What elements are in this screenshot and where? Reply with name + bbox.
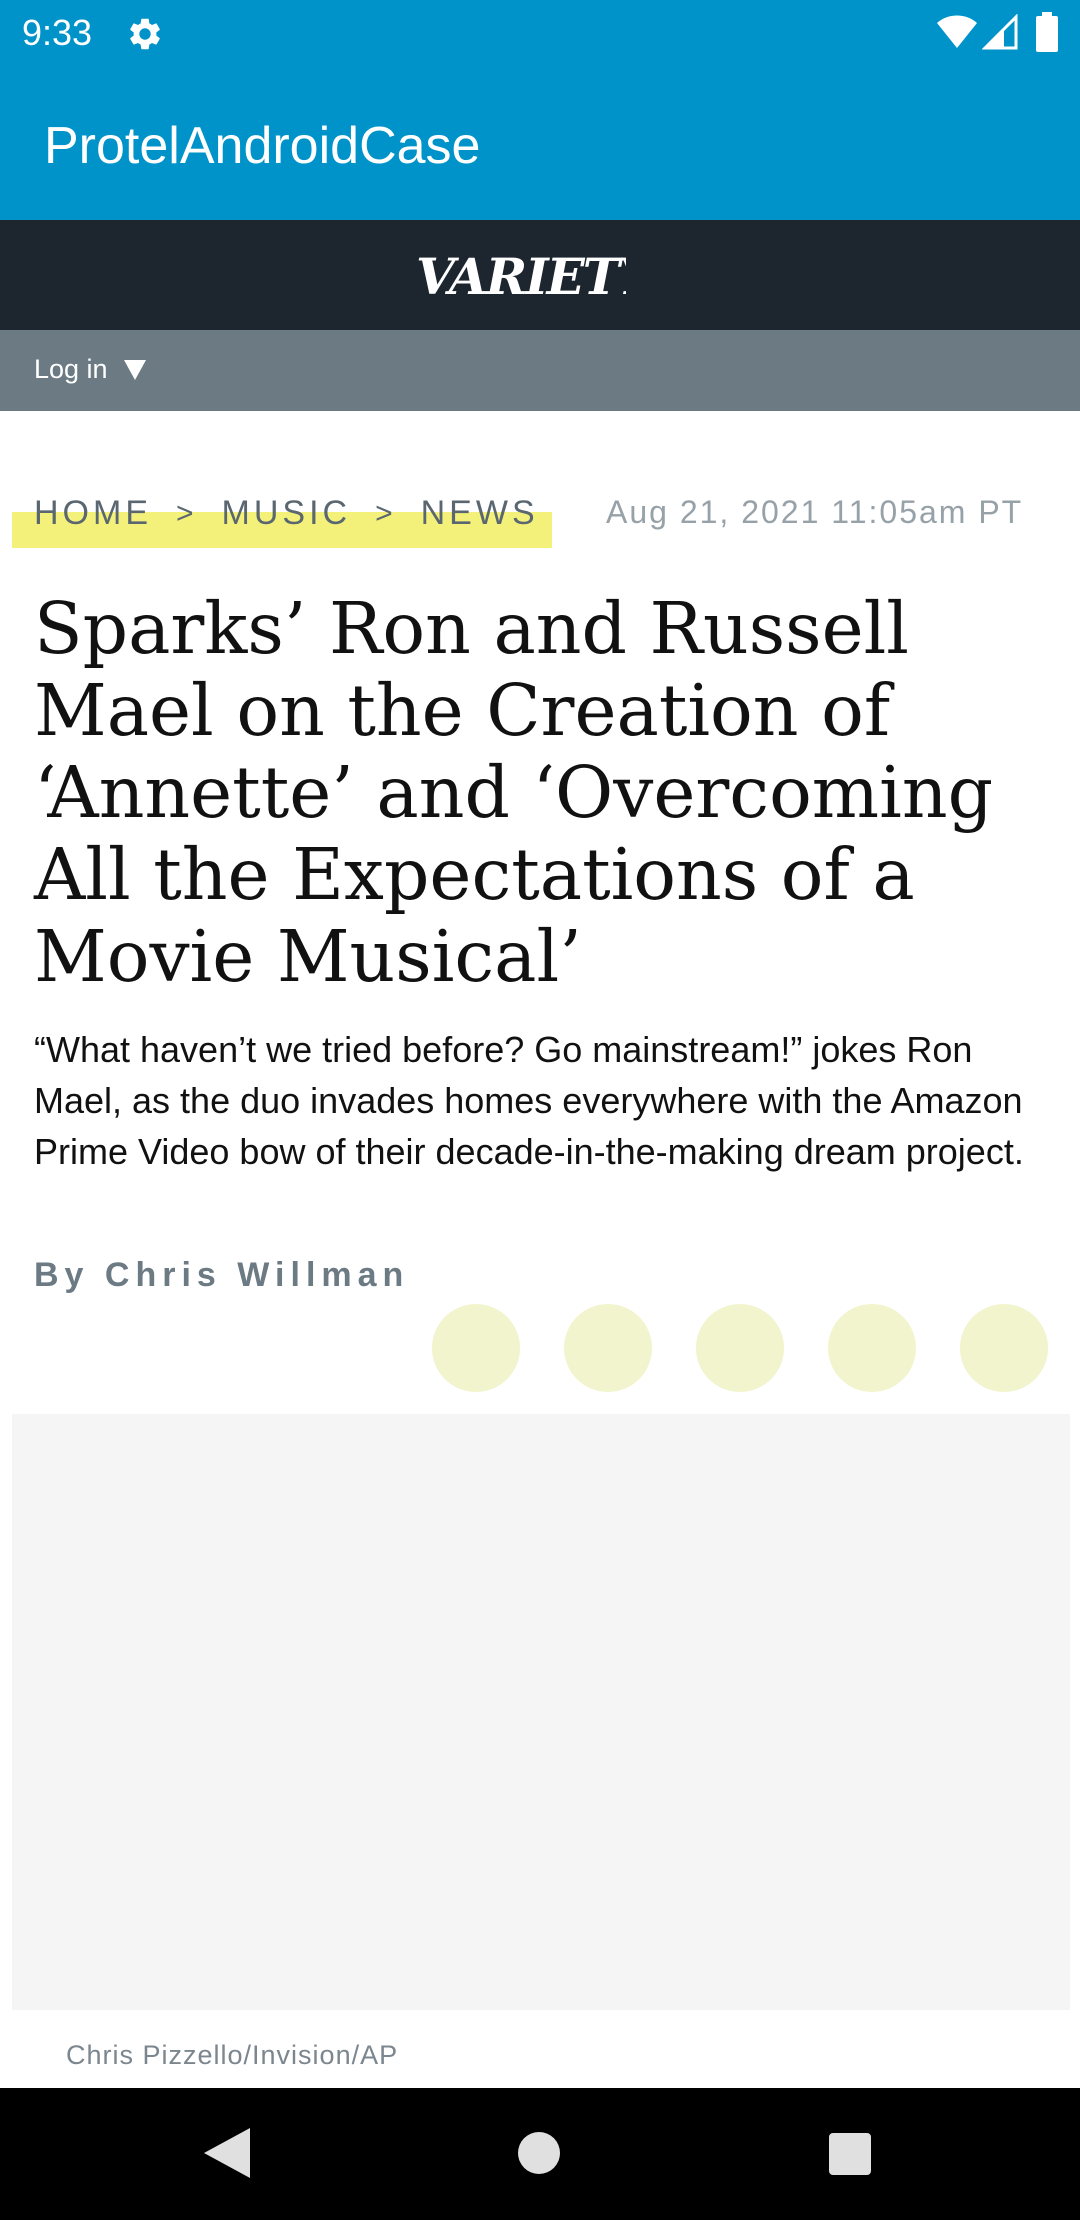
article-dek: “What haven’t we tried before? Go mainst… <box>34 1029 1024 1172</box>
photo-credit: Chris Pizzello/Invision/AP <box>66 2040 399 2070</box>
app-title: ProtelAndroidCase <box>44 117 481 175</box>
app-bar: ProtelAndroidCase <box>0 66 1080 220</box>
share-button[interactable] <box>564 1304 652 1392</box>
headline-line: ‘Annette’ and ‘Overcoming <box>34 751 994 834</box>
recents-icon[interactable] <box>829 2133 871 2175</box>
system-nav-bar <box>0 2088 1080 2220</box>
breadcrumb: HOME > MUSIC > NEWS <box>34 494 539 533</box>
site-header: VARIETY <box>0 220 1080 330</box>
gear-icon <box>130 18 160 50</box>
login-menu[interactable]: Log in <box>34 354 146 385</box>
home-icon[interactable] <box>518 2132 560 2174</box>
wifi-icon <box>937 15 977 48</box>
article-timestamp: Aug 21, 2021 11:05am PT <box>606 494 1024 530</box>
status-time: 9:33 <box>22 12 93 53</box>
headline-line: Mael on the Creation of <box>34 669 891 752</box>
back-icon[interactable] <box>204 2128 250 2178</box>
article-headline: Sparks’ Ron and Russell Mael on the Crea… <box>34 588 1044 998</box>
headline-line: All the Expectations of a <box>34 833 915 916</box>
headline-line: Movie Musical’ <box>34 915 582 998</box>
share-button[interactable] <box>696 1304 784 1392</box>
share-buttons <box>432 1304 1048 1392</box>
signal-icon <box>982 14 1018 50</box>
breadcrumb-home[interactable]: HOME <box>34 494 152 533</box>
share-button[interactable] <box>828 1304 916 1392</box>
breadcrumb-separator: > <box>176 496 198 530</box>
article-byline[interactable]: By Chris Willman <box>34 1256 409 1295</box>
headline-line: Sparks’ Ron and Russell <box>34 587 910 670</box>
variety-logo[interactable]: VARIETY <box>412 238 626 310</box>
logo-text: VARIETY <box>416 247 626 306</box>
login-label: Log in <box>34 354 108 384</box>
login-bar: Log in <box>0 330 1080 411</box>
status-bar: 9:33 <box>0 0 1080 66</box>
breadcrumb-separator: > <box>375 496 397 530</box>
hero-image[interactable] <box>12 1414 1070 2010</box>
share-button[interactable] <box>432 1304 520 1392</box>
battery-icon <box>1036 12 1058 52</box>
caret-down-icon <box>123 359 146 380</box>
share-button[interactable] <box>960 1304 1048 1392</box>
breadcrumb-news[interactable]: NEWS <box>421 494 539 533</box>
breadcrumb-music[interactable]: MUSIC <box>222 494 352 533</box>
